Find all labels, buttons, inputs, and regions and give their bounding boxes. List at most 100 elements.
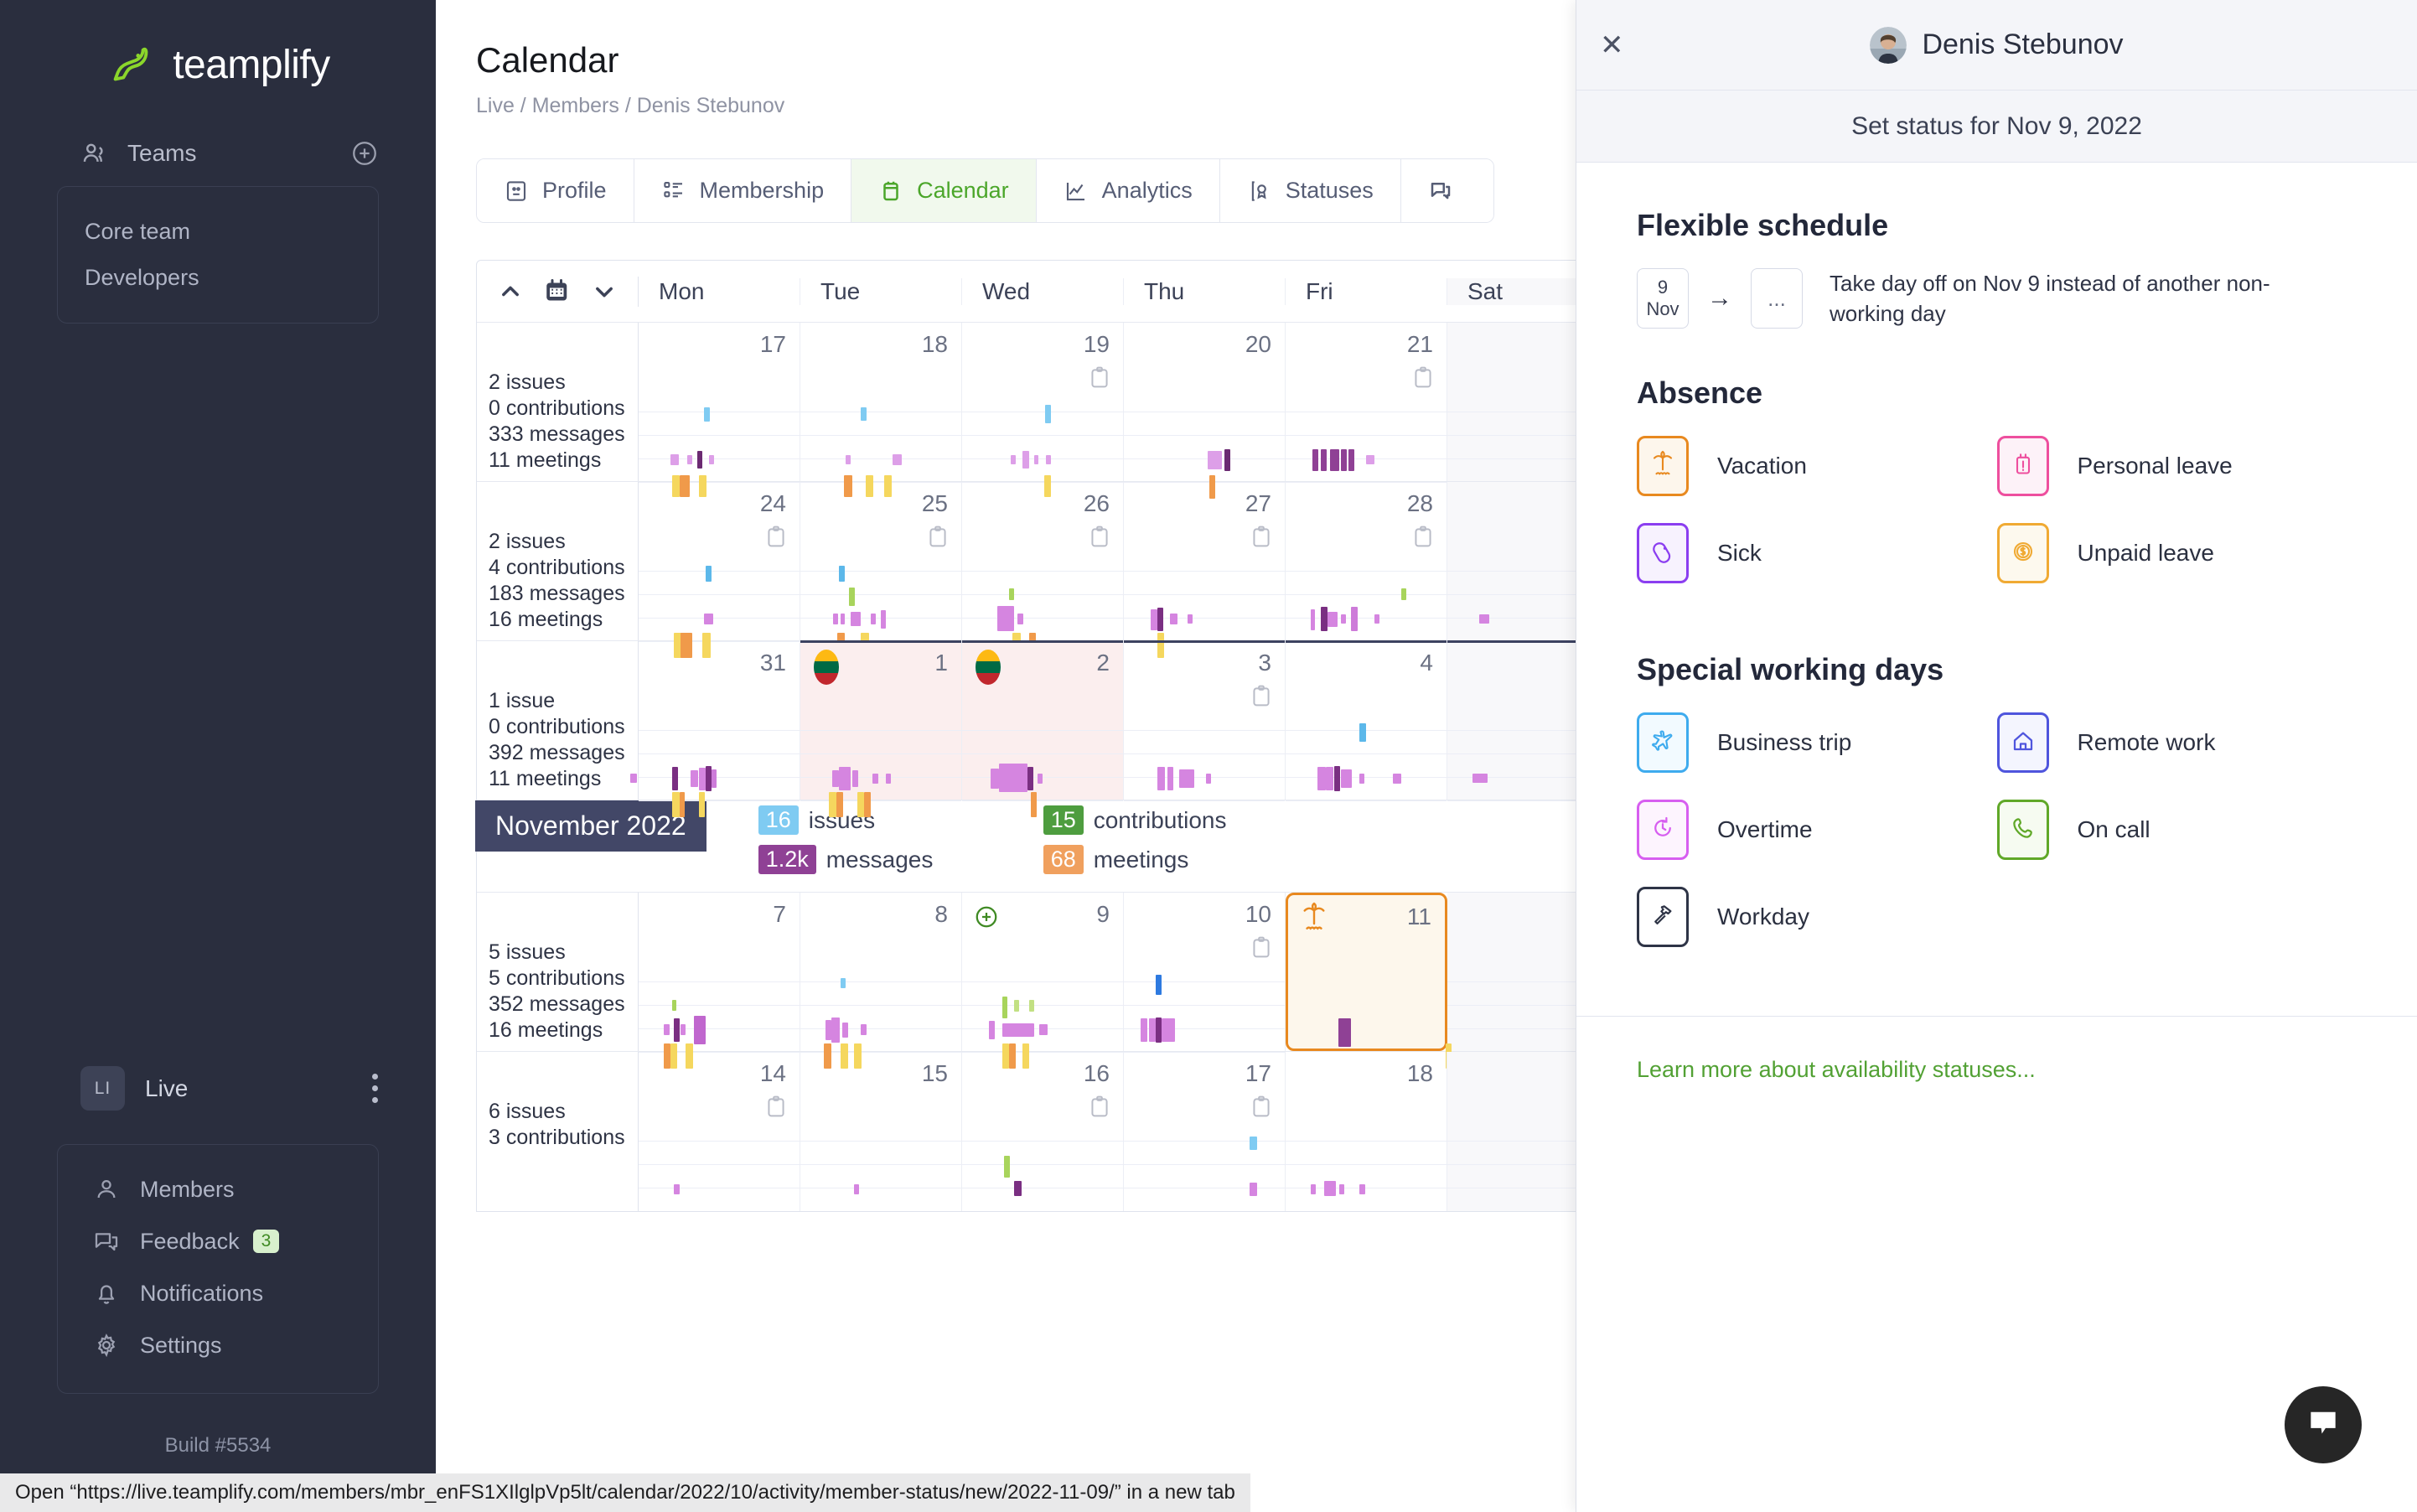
stat-issues: 2 issues (489, 370, 566, 394)
calendar-day-cell[interactable]: 17 (639, 323, 800, 497)
sidebar-item-settings[interactable]: Settings (58, 1319, 378, 1371)
calendar-day-cell[interactable]: 31 (630, 641, 800, 817)
stat-issues: 5 issues (489, 940, 566, 964)
option-label: Unpaid leave (2077, 540, 2214, 566)
option-on-call[interactable]: On call (1996, 800, 2357, 860)
teams-label: Teams (127, 140, 197, 166)
workspace-more-icon[interactable] (370, 1074, 379, 1103)
option-label: Remote work (2077, 729, 2216, 755)
tab-feedback[interactable] (1400, 159, 1493, 222)
option-unpaid-leave[interactable]: Unpaid leave (1996, 523, 2357, 583)
sidebar-item-notifications[interactable]: Notifications (58, 1267, 378, 1319)
learn-more-link[interactable]: Learn more about availability statuses..… (1576, 1017, 2417, 1083)
option-tile (1637, 712, 1689, 773)
flexible-target-date[interactable]: ... (1751, 268, 1803, 329)
calendar-day-cell[interactable]: 21 (1286, 323, 1447, 483)
calendar-day-cell[interactable]: 18 (800, 323, 962, 497)
comment-icon (93, 1228, 120, 1255)
chevron-up-icon[interactable] (499, 280, 522, 303)
chevron-down-icon[interactable] (593, 280, 616, 303)
calendar-day-cell[interactable]: 18 (1286, 1052, 1447, 1211)
calendar-day-cell[interactable]: 10 (1124, 893, 1286, 1053)
calendar-day-cell[interactable]: 15 (800, 1052, 962, 1211)
add-team-button[interactable] (350, 139, 379, 168)
day-number: 9 (1096, 901, 1110, 927)
option-vacation[interactable]: Vacation (1637, 436, 1997, 496)
flexible-source-date[interactable]: 9 Nov (1637, 268, 1689, 329)
calendar-day-cell[interactable]: 1 (800, 640, 962, 817)
calendar-day-cell[interactable]: 26 (962, 482, 1124, 658)
option-label: On call (2077, 816, 2150, 842)
note-icon (1091, 366, 1108, 388)
option-remote-work[interactable]: Remote work (1996, 712, 2357, 773)
stat-meetings: 11 meetings (489, 448, 602, 472)
day-number: 1 (934, 650, 948, 676)
option-personal-leave[interactable]: Personal leave (1996, 436, 2357, 496)
tab-label: Profile (542, 178, 607, 203)
sidebar-item-developers[interactable]: Developers (58, 255, 378, 301)
week-stats: 2 issues 4 contributions 183 messages 16… (477, 482, 639, 640)
tab-membership[interactable]: Membership (634, 159, 852, 222)
calendar-day-cell[interactable]: 20 (1124, 323, 1286, 499)
calendar-day-cell[interactable]: 24 (639, 482, 800, 658)
calendar-day-cell[interactable]: 17 (1124, 1052, 1286, 1211)
calendar-day-cell[interactable]: 16 (962, 1052, 1124, 1211)
stat-contributions: 0 contributions (489, 396, 625, 420)
tab-calendar[interactable]: Calendar (851, 159, 1037, 222)
option-workday[interactable]: Workday (1637, 887, 1997, 947)
option-label: Personal leave (2077, 453, 2233, 479)
calendar-day-cell[interactable]: 3 (1124, 640, 1286, 801)
calendar-day-cell[interactable]: 7 (639, 893, 800, 1069)
day-number: 4 (1420, 650, 1433, 676)
calendar-day-cell-vacation[interactable]: 11 (1286, 893, 1447, 1051)
calendar-day-cell[interactable]: 27 (1124, 482, 1286, 658)
panel-subtitle: Set status for Nov 9, 2022 (1576, 91, 2417, 163)
day-number: 18 (921, 331, 948, 357)
day-number: 17 (1245, 1060, 1271, 1086)
day-number: 26 (1083, 490, 1110, 516)
calendar-day-cell[interactable]: 9 (962, 893, 1124, 1069)
tab-profile[interactable]: Profile (477, 159, 634, 222)
teams-header[interactable]: Teams (80, 139, 379, 168)
add-status-icon[interactable] (974, 904, 999, 929)
close-icon[interactable]: ✕ (1600, 28, 1624, 62)
calendar-day-cell[interactable]: 19 (962, 323, 1124, 497)
sidebar: teamplify Teams Core team Developers LI … (0, 0, 436, 1512)
option-sick[interactable]: Sick (1637, 523, 1997, 583)
day-number: 3 (1258, 650, 1271, 676)
option-business-trip[interactable]: Business trip (1637, 712, 1997, 773)
tab-statuses[interactable]: Statuses (1219, 159, 1401, 222)
workspace-name: Live (145, 1074, 189, 1101)
chart-icon (1064, 179, 1089, 204)
workspace-row[interactable]: LI Live (80, 1066, 379, 1111)
stat-meetings: 16 meetings (489, 1018, 603, 1042)
option-tile (1996, 436, 2049, 496)
note-icon (1253, 936, 1270, 958)
option-overtime[interactable]: Overtime (1637, 800, 1997, 860)
week-stats: 2 issues 0 contributions 333 messages 11… (477, 323, 639, 481)
note-icon (1415, 366, 1431, 388)
calendar-day-cell[interactable]: 8 (800, 893, 962, 1069)
brand-logo[interactable]: teamplify (0, 0, 436, 91)
calendar-day-cell[interactable]: 28 (1286, 482, 1447, 642)
build-number: Build #5534 (164, 1434, 272, 1457)
sidebar-item-members[interactable]: Members (58, 1163, 378, 1215)
flexible-schedule-row[interactable]: 9 Nov → ... Take day off on Nov 9 instea… (1637, 268, 2357, 329)
browser-status-bar: Open “https://live.teamplify.com/members… (0, 1473, 1250, 1512)
month-stat-messages: 1.2k messages (758, 845, 1043, 874)
calendar-icon[interactable] (542, 277, 572, 307)
calendar-day-cell[interactable]: 4 (1286, 640, 1447, 801)
calendar-day-cell[interactable]: 2 (962, 640, 1124, 817)
day-number: 27 (1245, 490, 1271, 516)
sidebar-item-core-team[interactable]: Core team (58, 209, 378, 255)
calendar-day-cell[interactable]: 14 (639, 1052, 800, 1211)
chat-fab-button[interactable] (2285, 1386, 2362, 1463)
stat-issues: 2 issues (489, 530, 566, 553)
sidebar-item-feedback[interactable]: Feedback 3 (58, 1215, 378, 1267)
tab-analytics[interactable]: Analytics (1036, 159, 1220, 222)
stat-contributions: 5 contributions (489, 966, 625, 990)
tab-label: Statuses (1285, 178, 1374, 203)
list-icon (661, 179, 686, 204)
calendar-day-cell[interactable]: 25 (800, 482, 962, 658)
day-number: 19 (1083, 331, 1110, 357)
